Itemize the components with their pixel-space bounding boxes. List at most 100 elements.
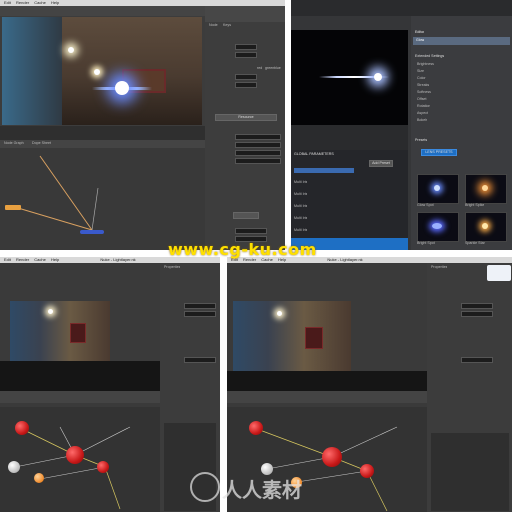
painting: [70, 323, 86, 343]
node-graph[interactable]: [0, 407, 160, 512]
top-toolbar: [291, 0, 512, 16]
viewer-image: [2, 17, 202, 125]
read-node[interactable]: [5, 205, 21, 210]
tab-dope-sheet[interactable]: Dope Sheet: [32, 141, 51, 146]
selected-item-label: Glow: [416, 38, 425, 42]
param-field[interactable]: [184, 311, 216, 317]
param-field[interactable]: [235, 142, 281, 148]
red-node[interactable]: [15, 421, 29, 435]
flare-node[interactable]: [80, 230, 104, 234]
menu-cache[interactable]: Cache: [34, 0, 46, 5]
list-item[interactable]: Multi Iris: [294, 228, 307, 233]
preset-thumbnail[interactable]: [465, 174, 507, 204]
properties-title: Properties: [164, 265, 181, 269]
preset-name: Bright Spike: [465, 203, 485, 207]
section-button[interactable]: Resource: [215, 114, 277, 121]
window-light-area: [2, 17, 62, 125]
param-field[interactable]: [461, 311, 493, 317]
list-item[interactable]: Multi Iris: [294, 192, 307, 197]
param-field[interactable]: [235, 74, 257, 80]
param-field[interactable]: [235, 228, 267, 234]
param-field[interactable]: [235, 158, 281, 164]
notification-popup[interactable]: [487, 265, 511, 281]
logo-circle-icon: [190, 472, 220, 502]
param-field[interactable]: [235, 82, 257, 88]
param-field[interactable]: [461, 303, 493, 309]
lens-presets-button[interactable]: LENS PRESETS: [421, 149, 457, 156]
tab-node-graph[interactable]: Node Graph: [4, 141, 24, 146]
tab-strip[interactable]: [294, 168, 354, 173]
param-field[interactable]: [235, 52, 257, 58]
tab-node[interactable]: Node: [209, 23, 218, 28]
orange-node[interactable]: [34, 473, 44, 483]
editor-title: Editor: [415, 30, 425, 34]
param-field[interactable]: [235, 134, 281, 140]
sub-panel: [431, 433, 509, 511]
preset-thumbnail[interactable]: [417, 212, 459, 242]
preset-spot-icon: [432, 223, 442, 229]
menu-render[interactable]: Render: [16, 0, 29, 5]
param-label: Aspect: [417, 111, 428, 115]
white-node[interactable]: [8, 461, 20, 473]
channel-blue[interactable]: blue: [274, 66, 281, 71]
menu-help[interactable]: Help: [51, 257, 59, 262]
preset-name: Glow Spot: [417, 203, 434, 207]
preset-thumbnail[interactable]: [417, 174, 459, 204]
preset-name: Bright Spot: [417, 241, 435, 245]
flare-preview: [291, 30, 408, 125]
preset-spike-icon: [482, 185, 488, 191]
ceiling-lamp: [277, 311, 282, 316]
param-label: Bokeh: [417, 118, 428, 122]
list-item[interactable]: Multi Iris: [294, 204, 307, 209]
node-graph[interactable]: [0, 148, 205, 250]
window-title: Nuke - Lightlayer.nk: [327, 257, 363, 262]
timeline-bar[interactable]: [0, 126, 205, 140]
param-label: Softness: [417, 90, 431, 94]
menu-edit[interactable]: Edit: [4, 257, 11, 262]
list-item[interactable]: Multi Iris: [294, 216, 307, 221]
add-preset-button[interactable]: Add Preset: [369, 160, 393, 167]
menu-render[interactable]: Render: [16, 257, 29, 262]
option-button[interactable]: [233, 212, 259, 219]
list-item[interactable]: Multi Iris: [294, 180, 307, 185]
selected-item-row[interactable]: Glow: [413, 37, 510, 45]
ceiling-lamp: [48, 309, 53, 314]
viewer-toolbar: [0, 6, 205, 16]
menu-edit[interactable]: Edit: [4, 0, 11, 5]
viewer-black-area: [227, 371, 427, 391]
watermark-url: www.cg-ku.com: [168, 240, 317, 259]
preset-sparkle-icon: [482, 223, 488, 229]
param-field[interactable]: [235, 150, 281, 156]
ceiling-lamp: [68, 47, 74, 53]
param-field[interactable]: [184, 357, 216, 363]
param-field[interactable]: [461, 357, 493, 363]
window-title: Nuke - Lightlayer.nk: [100, 257, 136, 262]
lens-flare-core: [115, 81, 129, 95]
preset-name: Sparkle Star: [465, 241, 485, 245]
param-field[interactable]: [235, 44, 257, 50]
channel-red[interactable]: red: [257, 66, 262, 71]
red-node[interactable]: [97, 461, 109, 473]
param-field[interactable]: [184, 303, 216, 309]
menu-help[interactable]: Help: [51, 0, 59, 5]
presets-header: Presets: [415, 138, 428, 142]
global-parameters-panel: GLOBAL PARAMETERS Add Preset Multi Iris …: [291, 150, 408, 250]
viewer-image: [10, 301, 110, 361]
param-label: Offset: [417, 97, 427, 101]
menu-cache[interactable]: Cache: [34, 257, 46, 262]
section-title: Extended Settings: [415, 54, 445, 58]
red-node[interactable]: [66, 446, 84, 464]
channel-green[interactable]: green: [265, 66, 274, 71]
node-graph-tabs: Node Graph Dope Sheet: [0, 140, 205, 148]
properties-panel: Node Keys red green blue Resource: [205, 6, 285, 250]
logo-text: 人人素材: [222, 478, 302, 502]
red-node[interactable]: [322, 447, 342, 467]
watermark-logo: 人人素材: [190, 468, 330, 508]
timeline-bar[interactable]: [0, 391, 160, 403]
timeline-bar[interactable]: [227, 391, 427, 403]
preset-thumbnail[interactable]: [465, 212, 507, 242]
tab-keys[interactable]: Keys: [223, 23, 231, 28]
red-node[interactable]: [360, 464, 374, 478]
ceiling-lamp: [94, 69, 100, 75]
red-node[interactable]: [249, 421, 263, 435]
